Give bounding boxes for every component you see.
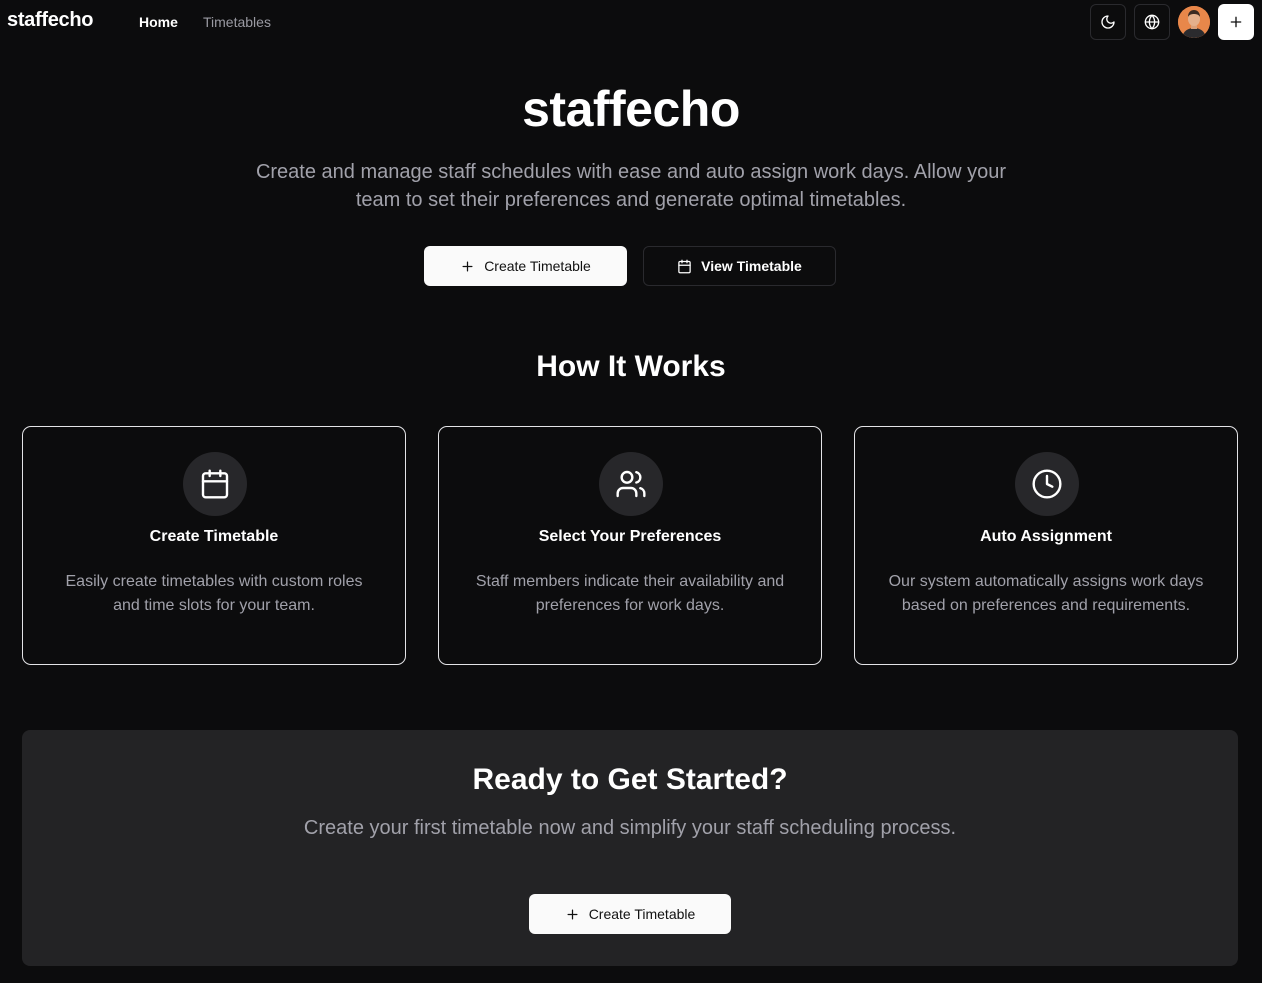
cta-create-timetable-button[interactable]: Create Timetable [529,894,731,934]
view-timetable-label: View Timetable [701,258,802,274]
card-title: Select Your Preferences [538,528,722,545]
feature-card-auto-assignment: Auto Assignment Our system automatically… [854,426,1238,665]
cta-title: Ready to Get Started? [472,763,788,796]
avatar[interactable] [1178,6,1210,38]
feature-card-create-timetable: Create Timetable Easily create timetable… [22,426,406,665]
nav-link-timetables[interactable]: Timetables [203,14,271,30]
top-navbar: staffecho Home Timetables [0,0,1262,44]
cta-subtitle: Create your first timetable now and simp… [303,817,957,839]
create-timetable-label: Create Timetable [484,258,591,274]
feature-card-preferences: Select Your Preferences Staff members in… [438,426,822,665]
cta-section: Ready to Get Started? Create your first … [22,730,1238,966]
moon-icon [1101,15,1115,29]
plus-icon [462,261,473,271]
add-button[interactable] [1218,4,1254,40]
card-description: Staff members indicate their availabilit… [475,573,785,614]
calendar-icon [183,452,247,516]
calendar-icon [678,259,691,273]
cta-button-label: Create Timetable [588,906,696,922]
plus-icon [1230,16,1242,28]
view-timetable-button[interactable]: View Timetable [643,246,836,286]
clock-icon [1015,452,1079,516]
hero-subtitle: Create and manage staff schedules with e… [255,161,1007,211]
theme-toggle-button[interactable] [1090,4,1126,40]
language-button[interactable] [1134,4,1170,40]
brand-logo[interactable]: staffecho [7,9,94,32]
globe-icon [1144,14,1160,30]
user-photo-icon [1178,6,1210,38]
hero-title: staffecho [522,81,740,137]
card-title: Create Timetable [149,528,279,545]
card-title: Auto Assignment [980,528,1112,545]
plus-icon [567,909,578,919]
users-icon [599,452,663,516]
create-timetable-button[interactable]: Create Timetable [424,246,627,286]
card-description: Our system automatically assigns work da… [888,573,1204,614]
how-it-works-title: How It Works [536,350,726,383]
nav-link-home[interactable]: Home [139,14,178,30]
card-description: Easily create timetables with custom rol… [65,573,363,614]
